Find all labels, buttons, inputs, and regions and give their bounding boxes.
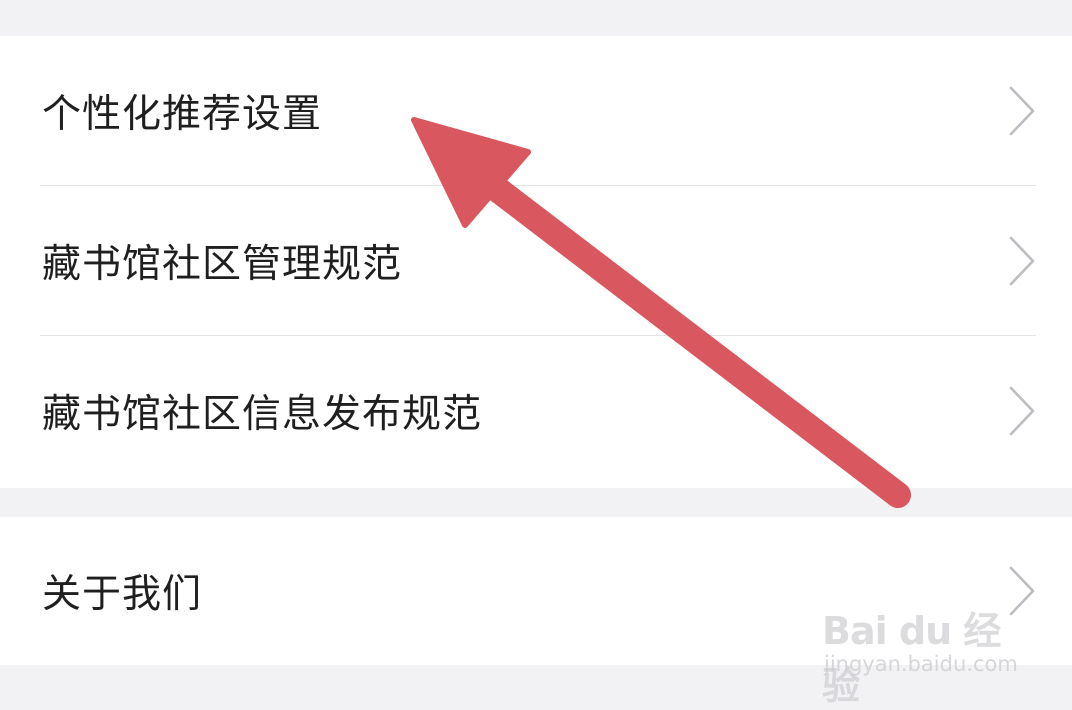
chevron-right-icon — [1009, 86, 1035, 136]
settings-item-label: 个性化推荐设置 — [42, 92, 323, 137]
settings-item-label: 藏书馆社区管理规范 — [42, 242, 403, 287]
settings-item-label: 关于我们 — [42, 572, 203, 617]
settings-item-personalized-recommendation[interactable]: 个性化推荐设置 — [0, 36, 1072, 186]
chevron-right-icon — [1009, 386, 1035, 436]
settings-item-community-management-rules[interactable]: 藏书馆社区管理规范 — [0, 186, 1072, 336]
baidu-jingyan-watermark: Bai du 经验 jingyan.baidu.com — [822, 592, 1022, 708]
settings-item-label: 藏书馆社区信息发布规范 — [42, 392, 483, 437]
chevron-right-icon — [1009, 236, 1035, 286]
settings-item-community-publishing-rules[interactable]: 藏书馆社区信息发布规范 — [0, 336, 1072, 486]
settings-group-1: 个性化推荐设置 藏书馆社区管理规范 藏书馆社区信息发布规范 — [0, 36, 1072, 488]
watermark-url: jingyan.baidu.com — [824, 652, 1018, 676]
